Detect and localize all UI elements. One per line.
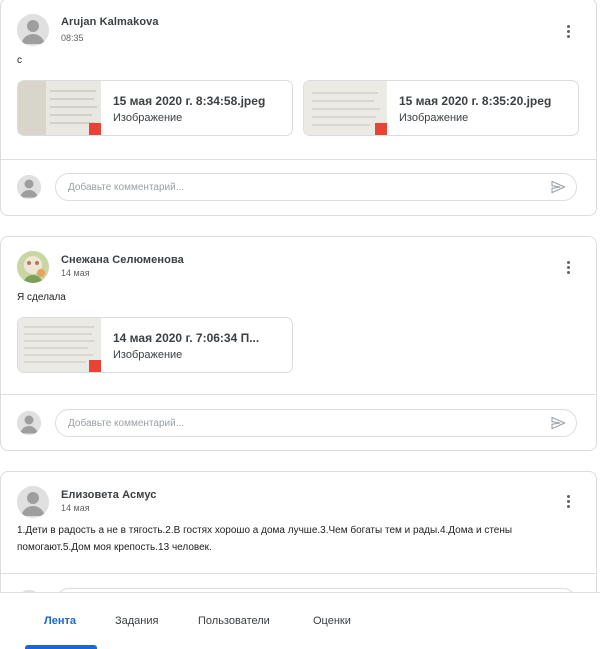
post-author[interactable]: Снежана Селюменова (61, 254, 184, 266)
post-text: с (17, 55, 22, 66)
post-text: Я сделала (17, 292, 66, 303)
send-icon[interactable] (550, 415, 566, 431)
divider (1, 394, 596, 395)
file-type-badge (89, 360, 101, 372)
comment-row (1, 409, 596, 441)
post-card: Снежана Селюменова 14 мая Я сделала 14 м… (0, 236, 597, 451)
post-author[interactable]: Arujan Kalmakova (61, 16, 159, 28)
post-card: Елизовета Асмус 14 мая 1.Дети в радость … (0, 471, 597, 592)
more-options-icon[interactable] (558, 491, 578, 511)
post-header: Arujan Kalmakova 08:35 (1, 0, 596, 49)
post-time: 14 мая (61, 268, 90, 278)
attachment-card[interactable]: 15 мая 2020 г. 8:35:20.jpeg Изображение (303, 80, 579, 136)
more-options-icon[interactable] (558, 21, 578, 41)
post-header: Елизовета Асмус 14 мая (1, 472, 596, 522)
profile-photo-icon (17, 251, 49, 283)
divider (1, 573, 596, 574)
divider (1, 159, 596, 160)
attachment-card[interactable]: 14 мая 2020 г. 7:06:34 П... Изображение (17, 317, 293, 373)
tab-people[interactable]: Пользователи (198, 593, 270, 649)
post-time: 14 мая (61, 503, 90, 513)
send-icon[interactable] (550, 179, 566, 195)
attachment-type: Изображение (113, 112, 183, 124)
post-text-line: помогают.5.Дом моя крепость.13 человек. (17, 542, 212, 553)
post-time: 08:35 (61, 33, 84, 43)
avatar[interactable] (17, 251, 49, 283)
default-avatar-icon (17, 175, 41, 199)
avatar[interactable] (17, 486, 49, 518)
post-author[interactable]: Елизовета Асмус (61, 489, 157, 501)
file-type-badge (89, 123, 101, 135)
file-type-badge (375, 123, 387, 135)
more-options-icon[interactable] (558, 257, 578, 277)
image-thumbnail (304, 81, 387, 135)
tab-grades[interactable]: Оценки (313, 593, 351, 649)
attachment-title: 15 мая 2020 г. 8:34:58.jpeg (113, 94, 266, 108)
stream-feed: Arujan Kalmakova 08:35 с 15 мая 2020 г. … (0, 0, 600, 592)
default-avatar-icon (17, 411, 41, 435)
active-tab-indicator (25, 645, 97, 649)
avatar (17, 175, 41, 199)
attachment-type: Изображение (113, 349, 183, 361)
default-avatar-icon (17, 486, 49, 518)
comment-row (1, 173, 596, 205)
comment-input[interactable] (55, 409, 577, 437)
attachment-type: Изображение (399, 112, 469, 124)
post-card: Arujan Kalmakova 08:35 с 15 мая 2020 г. … (0, 0, 597, 216)
post-text-line: 1.Дети в радость а не в тягость.2.В гост… (17, 525, 513, 536)
avatar[interactable] (17, 14, 49, 46)
bottom-navigation: Лента Задания Пользователи Оценки (0, 592, 600, 649)
default-avatar-icon (17, 14, 49, 46)
tab-stream[interactable]: Лента (44, 593, 76, 649)
avatar (17, 411, 41, 435)
comment-input[interactable] (55, 173, 577, 201)
attachment-title: 15 мая 2020 г. 8:35:20.jpeg (399, 94, 552, 108)
image-thumbnail (18, 318, 101, 372)
attachment-title: 14 мая 2020 г. 7:06:34 П... (113, 331, 260, 345)
tab-classwork[interactable]: Задания (115, 593, 158, 649)
image-thumbnail (18, 81, 101, 135)
post-header: Снежана Селюменова 14 мая (1, 237, 596, 287)
attachment-card[interactable]: 15 мая 2020 г. 8:34:58.jpeg Изображение (17, 80, 293, 136)
